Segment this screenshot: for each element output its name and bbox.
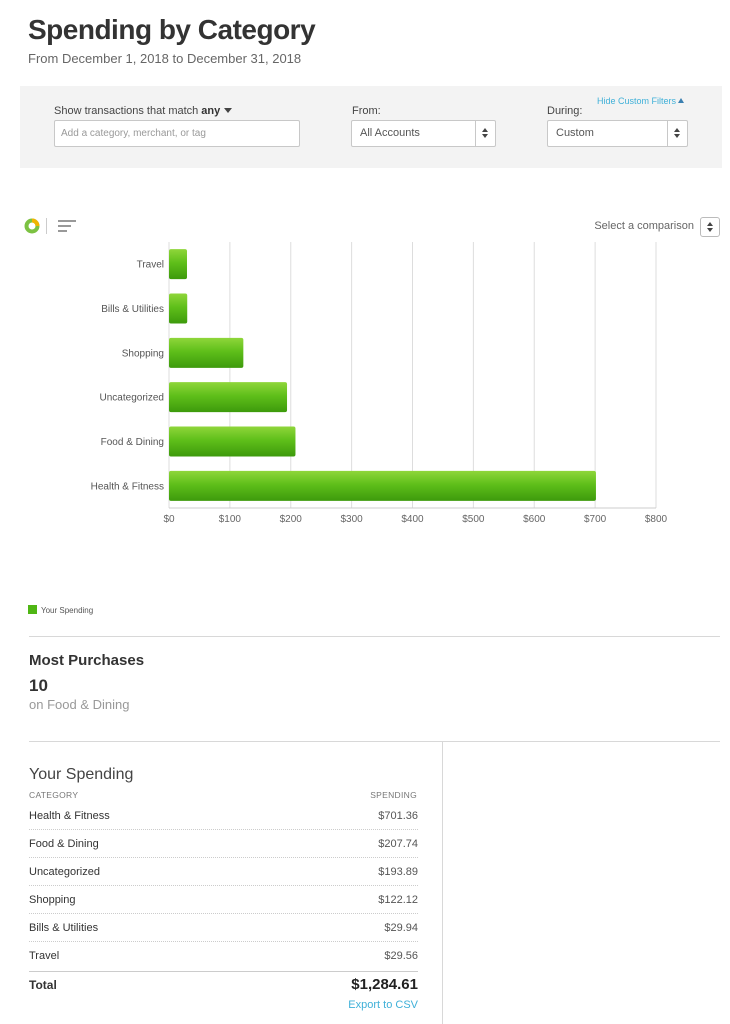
custom-filter-panel: Hide Custom Filters Show transactions th… bbox=[20, 86, 722, 168]
bar-bills-utilities[interactable] bbox=[169, 293, 188, 324]
match-mode-dropdown[interactable]: any bbox=[201, 105, 220, 117]
match-filter-label: Show transactions that match any bbox=[54, 105, 233, 117]
toggle-divider bbox=[46, 218, 47, 234]
row-amount: $207.74 bbox=[378, 838, 418, 850]
chart-legend: Your Spending bbox=[28, 605, 93, 615]
your-spending-title: Your Spending bbox=[29, 766, 134, 783]
table-row: Bills & Utilities $29.94 bbox=[29, 914, 418, 942]
total-label: Total bbox=[29, 978, 57, 992]
date-range-select-value: Custom bbox=[556, 127, 594, 139]
spending-column-header: SPENDING bbox=[370, 790, 417, 800]
section-divider bbox=[29, 636, 720, 637]
select-arrows-icon bbox=[667, 121, 687, 146]
date-range-select[interactable]: Custom bbox=[547, 120, 688, 147]
table-row: Food & Dining $207.74 bbox=[29, 830, 418, 858]
category-label: Shopping bbox=[122, 348, 164, 359]
row-category: Bills & Utilities bbox=[29, 922, 99, 934]
table-row: Shopping $122.12 bbox=[29, 886, 418, 914]
bar-shopping[interactable] bbox=[169, 337, 244, 368]
total-divider bbox=[29, 971, 418, 972]
bar-uncategorized[interactable] bbox=[169, 382, 288, 413]
column-divider bbox=[442, 742, 443, 1024]
category-label: Uncategorized bbox=[100, 393, 164, 404]
row-category: Shopping bbox=[29, 894, 76, 906]
during-label: During: bbox=[547, 105, 583, 117]
x-tick-label: $400 bbox=[401, 514, 424, 525]
bar-travel[interactable] bbox=[169, 249, 187, 280]
x-tick-label: $600 bbox=[523, 514, 546, 525]
category-label: Bills & Utilities bbox=[101, 304, 164, 315]
total-amount: $1,284.61 bbox=[351, 976, 418, 993]
bar-chart-icon[interactable] bbox=[58, 220, 76, 233]
x-tick-label: $300 bbox=[341, 514, 364, 525]
x-tick-label: $700 bbox=[584, 514, 607, 525]
category-label: Health & Fitness bbox=[91, 481, 164, 492]
row-category: Food & Dining bbox=[29, 838, 99, 850]
export-csv-link[interactable]: Export to CSV bbox=[348, 999, 418, 1011]
row-category: Uncategorized bbox=[29, 866, 100, 878]
hide-custom-filters-link[interactable]: Hide Custom Filters bbox=[597, 96, 684, 106]
x-tick-label: $200 bbox=[280, 514, 303, 525]
row-amount: $29.56 bbox=[384, 950, 418, 962]
section-divider bbox=[29, 741, 720, 742]
table-row: Uncategorized $193.89 bbox=[29, 858, 418, 886]
x-tick-label: $800 bbox=[645, 514, 668, 525]
row-category: Health & Fitness bbox=[29, 810, 110, 822]
account-select[interactable]: All Accounts bbox=[351, 120, 496, 147]
row-amount: $701.36 bbox=[378, 810, 418, 822]
category-label: Travel bbox=[137, 260, 164, 271]
page-title: Spending by Category bbox=[28, 14, 316, 45]
x-tick-label: $100 bbox=[219, 514, 242, 525]
page-subtitle: From December 1, 2018 to December 31, 20… bbox=[28, 51, 302, 66]
row-category: Travel bbox=[29, 950, 60, 962]
triangle-up-icon bbox=[678, 98, 684, 103]
most-purchases-category: on Food & Dining bbox=[29, 697, 130, 712]
legend-label: Your Spending bbox=[41, 606, 94, 615]
hide-custom-filters-label: Hide Custom Filters bbox=[596, 96, 676, 106]
category-label: Food & Dining bbox=[101, 437, 164, 448]
bar-food-dining[interactable] bbox=[169, 426, 296, 457]
comparison-label: Select a comparison bbox=[594, 220, 694, 232]
x-tick-label: $500 bbox=[462, 514, 485, 525]
legend-swatch bbox=[28, 605, 37, 614]
filter-search-input[interactable] bbox=[54, 120, 300, 147]
bar-health-fitness[interactable] bbox=[169, 470, 596, 501]
most-purchases-count: 10 bbox=[29, 676, 48, 695]
from-label: From: bbox=[352, 105, 381, 117]
table-row: Travel $29.56 bbox=[29, 942, 418, 970]
row-amount: $29.94 bbox=[384, 922, 418, 934]
x-tick-label: $0 bbox=[163, 514, 175, 525]
table-row: Health & Fitness $701.36 bbox=[29, 802, 418, 830]
comparison-select-button[interactable] bbox=[700, 217, 720, 237]
donut-chart-icon[interactable] bbox=[24, 218, 40, 234]
row-amount: $122.12 bbox=[378, 894, 418, 906]
spending-bar-chart: Travel Bills & Utilities Shopping Uncategor… bbox=[91, 242, 668, 525]
category-column-header: CATEGORY bbox=[29, 790, 79, 800]
most-purchases-title: Most Purchases bbox=[29, 652, 145, 669]
match-label-text: Show transactions that match bbox=[54, 105, 199, 117]
select-arrows-icon bbox=[475, 121, 495, 146]
account-select-value: All Accounts bbox=[360, 127, 420, 139]
row-amount: $193.89 bbox=[378, 866, 418, 878]
caret-down-icon[interactable] bbox=[224, 108, 233, 113]
